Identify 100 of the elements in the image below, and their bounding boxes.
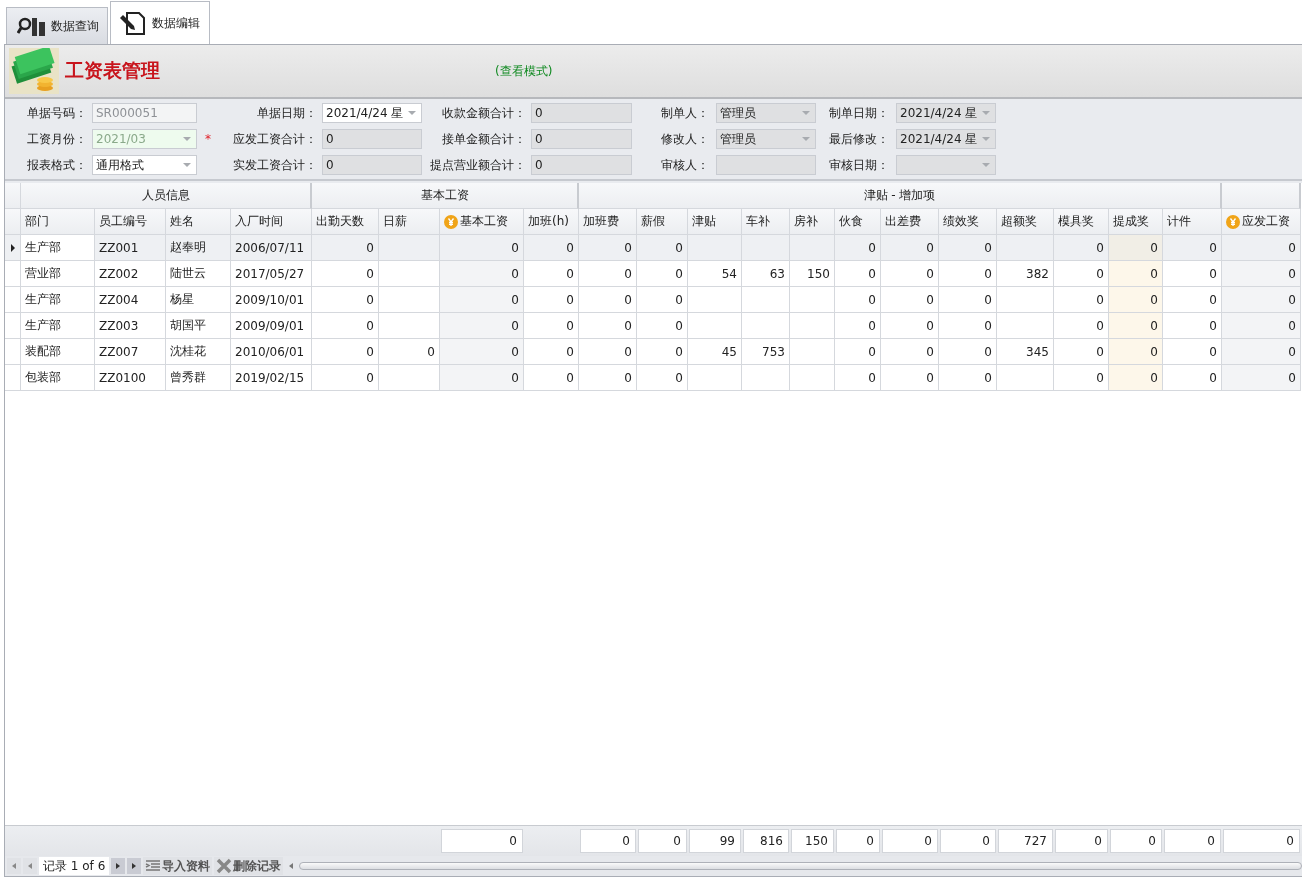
table-row[interactable]: 包装部 ZZ0100 曾秀群 2019/02/15 0 0 0 0 0 0 0 0 0 0 0 0 — [5, 365, 1302, 391]
table-row[interactable]: 装配部 ZZ007 沈桂花 2010/06/01 0 0 0 0 0 0 45 753 0 0 0 345 0 0 0 0 — [5, 339, 1302, 365]
table-cell: ZZ001 — [95, 235, 166, 261]
column-header[interactable]: 日薪 — [379, 209, 440, 235]
table-cell: 0 — [881, 313, 939, 339]
caret-icon — [802, 111, 810, 115]
table-cell: 0 — [579, 235, 637, 261]
column-header[interactable]: 模具奖 — [1054, 209, 1109, 235]
table-row[interactable]: 生产部 ZZ003 胡国平 2009/09/01 0 0 0 0 0 0 0 0 0 0 0 0 — [5, 313, 1302, 339]
table-cell: 0 — [440, 287, 524, 313]
column-header[interactable]: 加班(h) — [524, 209, 579, 235]
table-cell: 0 — [1109, 287, 1163, 313]
column-header[interactable]: 薪假 — [637, 209, 688, 235]
column-header[interactable]: 计件 — [1163, 209, 1222, 235]
caret-icon — [982, 111, 990, 115]
scroll-left-icon[interactable] — [289, 863, 294, 869]
toolbar-button[interactable]: 导入资料 — [143, 857, 213, 875]
table-cell: 0 — [835, 365, 881, 391]
previous-button[interactable] — [23, 858, 37, 874]
table-cell: 生产部 — [21, 313, 95, 339]
column-header[interactable]: 出勤天数 — [312, 209, 379, 235]
table-cell: 0 — [524, 339, 579, 365]
horizontal-scrollbar[interactable] — [299, 862, 1302, 870]
table-cell: 0 — [524, 365, 579, 391]
record-counter: 记录 1 of 6 — [39, 857, 110, 875]
summary-cell: 0 — [1223, 829, 1300, 853]
table-cell: 2006/07/11 — [231, 235, 312, 261]
table-cell: ZZ004 — [95, 287, 166, 313]
summary-cell: 0 — [441, 829, 523, 853]
table-cell: 2017/05/27 — [231, 261, 312, 287]
toolbar-button[interactable]: 删除记录 — [214, 857, 284, 875]
field-label: 单据号码： — [26, 104, 88, 122]
first-page-button[interactable] — [7, 858, 21, 874]
column-header[interactable]: 伙食 — [835, 209, 881, 235]
table-cell: 营业部 — [21, 261, 95, 287]
column-header[interactable]: 应发工资 — [1222, 209, 1301, 235]
field-label: 修改人： — [660, 130, 710, 148]
column-header[interactable]: 房补 — [790, 209, 835, 235]
column-header[interactable]: 超额奖 — [997, 209, 1054, 235]
required-mark: * — [205, 132, 211, 146]
table-cell: 0 — [1054, 235, 1109, 261]
column-header[interactable]: 入厂时间 — [231, 209, 312, 235]
table-cell: 0 — [1222, 287, 1301, 313]
dropdown-field[interactable]: 2021/4/24 星 — [322, 103, 422, 123]
column-header[interactable]: 绩效奖 — [939, 209, 997, 235]
field-label: 实发工资合计： — [232, 156, 318, 174]
column-header[interactable]: 员工编号 — [95, 209, 166, 235]
column-header[interactable]: 提成奖 — [1109, 209, 1163, 235]
table-row[interactable]: 生产部 ZZ001 赵奉明 2006/07/11 0 0 0 0 0 0 0 0 0 0 0 0 — [5, 235, 1302, 261]
table-cell: 0 — [637, 287, 688, 313]
caret-icon — [183, 137, 191, 141]
table-cell: 0 — [579, 313, 637, 339]
dropdown-field[interactable] — [896, 155, 996, 175]
column-header[interactable]: 车补 — [742, 209, 790, 235]
table-cell: 0 — [524, 313, 579, 339]
column-header[interactable]: 加班费 — [579, 209, 637, 235]
table-cell: 0 — [312, 287, 379, 313]
column-header[interactable]: 姓名 — [166, 209, 231, 235]
table-row[interactable]: 生产部 ZZ004 杨星 2009/10/01 0 0 0 0 0 0 0 0 0 0 0 0 — [5, 287, 1302, 313]
table-cell: 0 — [939, 235, 997, 261]
dropdown-field[interactable]: 通用格式 — [92, 155, 197, 175]
table-cell: 0 — [939, 261, 997, 287]
table-cell: 0 — [579, 287, 637, 313]
next-button[interactable] — [111, 858, 126, 874]
column-header[interactable]: 出差费 — [881, 209, 939, 235]
table-cell: ZZ002 — [95, 261, 166, 287]
input-field[interactable] — [716, 155, 816, 175]
table-cell: 0 — [881, 261, 939, 287]
dropdown-field[interactable]: 2021/4/24 星 — [896, 103, 996, 123]
input-field[interactable]: 0 — [322, 155, 422, 175]
input-field[interactable]: 0 — [322, 129, 422, 149]
table-row[interactable]: 营业部 ZZ002 陆世云 2017/05/27 0 0 0 0 0 54 63 150 0 0 0 382 0 0 0 0 — [5, 261, 1302, 287]
table-cell: 63 — [742, 261, 790, 287]
table-cell: 0 — [881, 339, 939, 365]
column-header[interactable]: 津贴 — [688, 209, 742, 235]
table-cell: 0 — [440, 365, 524, 391]
table-cell: 0 — [1222, 365, 1301, 391]
dropdown-field[interactable]: 管理员 — [716, 129, 816, 149]
table-cell: 382 — [997, 261, 1054, 287]
table-cell: 0 — [1109, 365, 1163, 391]
tab[interactable]: 数据查询 — [6, 7, 108, 44]
input-field[interactable]: 0 — [531, 103, 632, 123]
table-cell: 0 — [881, 287, 939, 313]
table-cell: 54 — [688, 261, 742, 287]
tab[interactable]: 数据编辑 — [110, 1, 210, 44]
summary-cell: 99 — [689, 829, 741, 853]
coin-icon — [444, 214, 458, 229]
table-cell: 0 — [440, 339, 524, 365]
column-header[interactable]: 基本工资 — [440, 209, 524, 235]
input-field[interactable]: 0 — [531, 155, 632, 175]
last-page-button[interactable] — [127, 858, 142, 874]
table-cell: 0 — [440, 261, 524, 287]
dropdown-field[interactable]: 2021/4/24 星 — [896, 129, 996, 149]
field-label: 最后修改： — [828, 130, 890, 148]
field-label: 接单金额合计： — [441, 130, 527, 148]
column-header[interactable]: 部门 — [21, 209, 95, 235]
input-field[interactable]: 0 — [531, 129, 632, 149]
dropdown-field[interactable]: 管理员 — [716, 103, 816, 123]
table-cell: 0 — [1222, 313, 1301, 339]
table-cell: 0 — [312, 339, 379, 365]
